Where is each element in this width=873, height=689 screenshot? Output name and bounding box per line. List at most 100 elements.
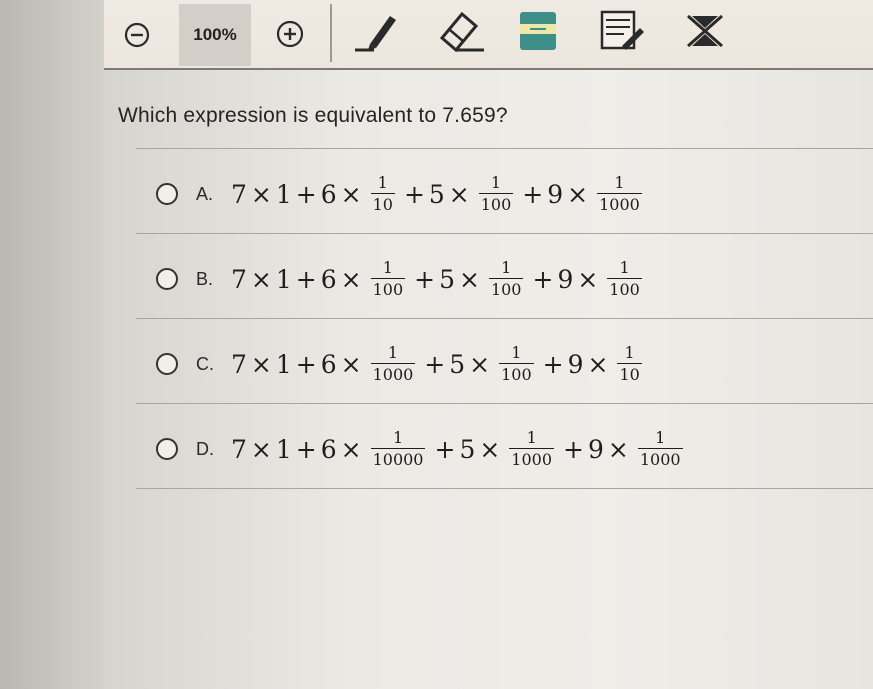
times-sign: × xyxy=(567,179,589,209)
radio-button-d[interactable] xyxy=(156,438,178,460)
term-digit: 1 xyxy=(275,264,292,294)
pencil-tool-button[interactable] xyxy=(352,8,400,54)
fraction: 1 10 xyxy=(617,345,642,383)
term-digit: 7 xyxy=(231,179,247,209)
answer-choice-a[interactable]: A. 7 × 1 + 6 × 1 10 + 5 × 1 100 + 9 × 1 … xyxy=(136,148,873,233)
times-sign: × xyxy=(340,349,362,379)
eraser-tool-button[interactable] xyxy=(434,8,488,54)
times-sign: × xyxy=(340,434,362,464)
toolbar: 100% xyxy=(104,0,873,70)
choice-letter: C. xyxy=(196,354,214,374)
fraction-numerator: 1 xyxy=(619,258,630,277)
times-sign: × xyxy=(479,434,501,464)
term-digit: 7 xyxy=(231,264,247,294)
fraction-denominator: 1000 xyxy=(637,448,683,469)
fraction-denominator: 100 xyxy=(478,193,514,214)
zoom-level-display: 100% xyxy=(179,4,251,66)
term-digit: 9 xyxy=(587,434,604,464)
term-digit: 5 xyxy=(428,179,445,209)
term-digit: 5 xyxy=(439,264,455,294)
radio-button-a[interactable] xyxy=(156,183,178,205)
answer-choice-c[interactable]: C. 7 × 1 + 6 × 1 1000 + 5 × 1 100 + 9 × … xyxy=(136,318,873,403)
term-digit: 5 xyxy=(449,349,466,379)
times-sign: × xyxy=(607,434,629,464)
times-sign: × xyxy=(587,349,609,379)
fraction: 1 100 xyxy=(607,260,642,298)
fraction-denominator: 10000 xyxy=(370,448,426,469)
fraction-numerator: 1 xyxy=(377,173,388,192)
monitor-bezel xyxy=(0,0,104,689)
term-digit: 9 xyxy=(567,349,584,379)
fraction-numerator: 1 xyxy=(382,258,393,277)
times-sign: × xyxy=(458,264,480,294)
fraction: 1 100 xyxy=(370,258,406,298)
fraction-numerator: 1 xyxy=(490,173,502,192)
fraction: 1 100 xyxy=(488,258,524,299)
term-digit: 6 xyxy=(320,434,337,464)
zoom-out-button[interactable] xyxy=(124,22,150,48)
plus-sign: + xyxy=(295,434,317,464)
highlighter-tool-button[interactable] xyxy=(516,8,560,54)
plus-sign: + xyxy=(522,179,544,209)
fraction-denominator: 1000 xyxy=(597,193,642,214)
plus-sign: + xyxy=(563,434,584,464)
fraction: 1 100 xyxy=(478,173,514,214)
fraction-denominator: 100 xyxy=(607,278,642,299)
plus-sign: + xyxy=(295,179,317,209)
fraction-numerator: 1 xyxy=(511,343,522,362)
radio-button-b[interactable] xyxy=(156,268,178,290)
choice-letter: B. xyxy=(196,269,214,289)
notepad-tool-button[interactable] xyxy=(596,8,648,54)
times-sign: × xyxy=(469,349,491,379)
times-sign: × xyxy=(250,349,272,379)
fraction: 1 10 xyxy=(370,173,395,214)
answer-choice-b[interactable]: B. 7 × 1 + 6 × 1 100 + 5 × 1 100 + 9 × 1… xyxy=(136,233,873,318)
times-sign: × xyxy=(250,434,272,464)
term-digit: 1 xyxy=(275,434,292,464)
toolbar-separator xyxy=(330,4,332,62)
plus-sign: + xyxy=(424,349,446,379)
term-digit: 6 xyxy=(320,264,337,294)
term-digit: 6 xyxy=(320,349,337,379)
term-digit: 7 xyxy=(231,434,247,464)
fraction: 1 10000 xyxy=(370,430,426,469)
answer-choice-d[interactable]: D. 7 × 1 + 6 × 1 10000 + 5 × 1 1000 + 9 … xyxy=(136,403,873,489)
term-digit: 1 xyxy=(275,179,292,209)
fraction-numerator: 1 xyxy=(501,258,512,277)
fraction-numerator: 1 xyxy=(614,173,625,192)
fraction-denominator: 1000 xyxy=(509,448,555,469)
term-digit: 6 xyxy=(320,179,337,209)
term-digit: 9 xyxy=(557,264,574,294)
times-sign: × xyxy=(340,179,362,209)
pencil-icon xyxy=(355,16,396,52)
fraction-denominator: 100 xyxy=(488,278,524,299)
answer-eliminator-button[interactable] xyxy=(682,8,728,54)
cross-out-icon xyxy=(687,14,723,48)
zoom-in-button[interactable] xyxy=(276,20,304,48)
question-text: Which expression is equivalent to 7.659? xyxy=(118,104,508,127)
term-digit: 5 xyxy=(459,434,476,464)
choice-expression: 7 × 1 + 6 × 1 10000 + 5 × 1 1000 + 9 × 1… xyxy=(230,422,689,476)
term-digit: 1 xyxy=(275,349,292,379)
plus-sign: + xyxy=(532,264,554,294)
fraction-denominator: 10 xyxy=(370,193,395,214)
fraction: 1 1000 xyxy=(509,428,555,469)
radio-button-c[interactable] xyxy=(156,353,178,375)
times-sign: × xyxy=(250,264,272,294)
fraction-numerator: 1 xyxy=(526,428,537,447)
fraction-denominator: 100 xyxy=(499,363,534,384)
times-sign: × xyxy=(250,179,272,209)
fraction-denominator: 1000 xyxy=(370,363,416,384)
answer-choices: A. 7 × 1 + 6 × 1 10 + 5 × 1 100 + 9 × 1 … xyxy=(136,148,873,489)
fraction: 1 100 xyxy=(499,345,534,383)
fraction-numerator: 1 xyxy=(655,428,666,447)
notepad-icon xyxy=(600,10,644,50)
fraction: 1 1000 xyxy=(597,175,642,213)
choice-expression: 7 × 1 + 6 × 1 1000 + 5 × 1 100 + 9 × 1 1… xyxy=(230,337,648,391)
choice-expression: 7 × 1 + 6 × 1 100 + 5 × 1 100 + 9 × 1 10… xyxy=(230,252,648,306)
plus-sign: + xyxy=(295,349,317,379)
plus-circle-icon xyxy=(276,20,304,48)
choice-letter: D. xyxy=(196,439,214,459)
term-digit: 7 xyxy=(231,349,247,379)
fraction-numerator: 1 xyxy=(387,343,399,362)
